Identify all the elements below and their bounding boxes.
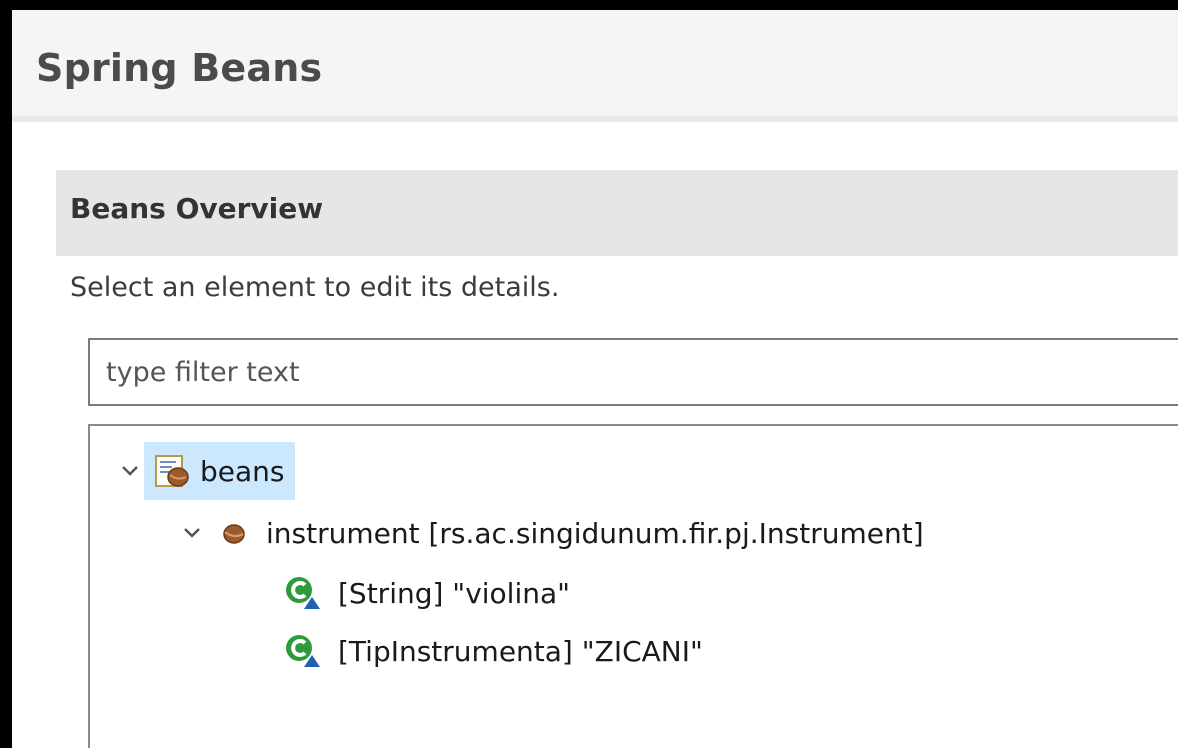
editor-header: Spring Beans [12, 10, 1178, 122]
tree-item-constructor-arg[interactable]: [TipInstrumenta] "ZICANI" [282, 622, 703, 680]
chevron-down-icon[interactable] [178, 504, 206, 562]
constructor-arg-icon [282, 573, 322, 613]
tree-item-label: [TipInstrumenta] "ZICANI" [338, 634, 703, 668]
tree-item-beans-selection[interactable]: beans [144, 442, 295, 500]
tree-item-beans[interactable]: beans [116, 442, 295, 500]
tree-item-label: [String] "violina" [338, 576, 571, 610]
filter-input[interactable] [88, 338, 1178, 406]
tree-item-label: beans [200, 454, 285, 488]
tree-item-label: instrument [rs.ac.singidunum.fir.pj.Inst… [266, 516, 924, 550]
section-description: Select an element to edit its details. [70, 272, 560, 303]
section-title: Beans Overview [70, 192, 324, 225]
editor-title: Spring Beans [36, 46, 323, 90]
chevron-down-icon[interactable] [116, 442, 144, 500]
bean-icon [220, 519, 248, 547]
constructor-arg-icon [282, 631, 322, 671]
editor-frame: Spring Beans Beans Overview Select an el… [12, 10, 1178, 748]
beans-file-icon [154, 453, 190, 489]
section-header[interactable]: Beans Overview [56, 170, 1178, 256]
tree-item-constructor-arg[interactable]: [String] "violina" [282, 564, 570, 622]
beans-tree[interactable]: beans instrument [rs.ac.singidunum.fir.p… [88, 424, 1178, 748]
tree-item-instrument[interactable]: instrument [rs.ac.singidunum.fir.pj.Inst… [178, 504, 924, 562]
